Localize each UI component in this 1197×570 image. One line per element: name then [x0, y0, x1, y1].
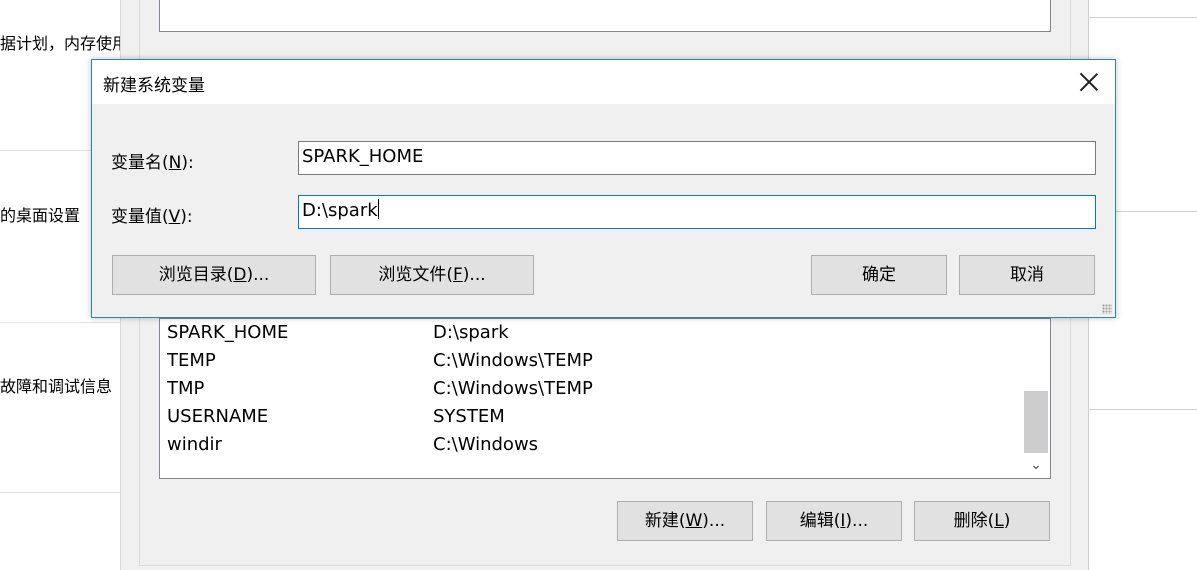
scrollbar-thumb[interactable] — [1024, 391, 1048, 453]
text-caret — [377, 199, 379, 219]
list-item[interactable]: USERNAME SYSTEM — [160, 403, 1022, 431]
startup-recovery-description: 故障和调试信息 — [0, 377, 113, 396]
variable-name: windir — [167, 434, 222, 455]
variable-name-label: 变量名(N): — [111, 153, 194, 173]
user-variables-list[interactable] — [159, 0, 1051, 32]
variable-name: SPARK_HOME — [167, 322, 289, 343]
variable-name: TEMP — [167, 350, 216, 371]
user-profile-description: 的桌面设置 — [0, 206, 81, 225]
variable-value-label: 变量值(V): — [111, 207, 193, 227]
resize-grip-icon[interactable] — [1102, 304, 1112, 314]
list-item[interactable]: TEMP C:\Windows\TEMP — [160, 347, 1022, 375]
dialog-title: 新建系统变量 — [103, 76, 205, 96]
divider — [0, 322, 120, 323]
cancel-button[interactable]: 取消 — [959, 255, 1095, 295]
close-icon[interactable] — [1077, 70, 1101, 94]
variable-value: C:\Windows\TEMP — [433, 378, 593, 399]
variable-value: SYSTEM — [433, 406, 505, 427]
list-item[interactable]: SPARK_HOME D:\spark — [160, 319, 1022, 347]
delete-variable-button[interactable]: 删除(L) — [914, 501, 1050, 541]
divider — [0, 492, 120, 493]
variable-value: C:\Windows\TEMP — [433, 350, 593, 371]
variable-value-input[interactable]: D:\spark — [298, 195, 1096, 229]
variable-value: D:\spark — [433, 322, 509, 343]
divider — [1089, 409, 1197, 410]
edit-variable-button[interactable]: 编辑(I)... — [766, 501, 902, 541]
variable-value: C:\Windows — [433, 434, 539, 455]
variable-name: TMP — [167, 378, 205, 399]
performance-description: 据计划，内存使用 — [0, 34, 120, 53]
browse-file-button[interactable]: 浏览文件(F)... — [330, 255, 534, 295]
dialog-titlebar[interactable]: 新建系统变量 — [92, 60, 1115, 104]
variable-name: USERNAME — [167, 406, 269, 427]
scroll-down-arrow-icon[interactable]: ⌄ — [1024, 454, 1048, 476]
variable-name-input[interactable]: SPARK_HOME — [298, 141, 1096, 175]
ok-button[interactable]: 确定 — [811, 255, 947, 295]
system-variables-list[interactable]: SPARK_HOME D:\spark TEMP C:\Windows\TEMP… — [159, 318, 1051, 479]
list-item[interactable]: windir C:\Windows — [160, 431, 1022, 459]
new-system-variable-dialog: 新建系统变量 变量名(N): SPARK_HOME 变量值(V): D:\spa… — [91, 59, 1116, 318]
browse-directory-button[interactable]: 浏览目录(D)... — [112, 255, 316, 295]
list-item[interactable]: TMP C:\Windows\TEMP — [160, 375, 1022, 403]
divider — [1089, 17, 1197, 18]
new-variable-button[interactable]: 新建(W)... — [617, 501, 753, 541]
